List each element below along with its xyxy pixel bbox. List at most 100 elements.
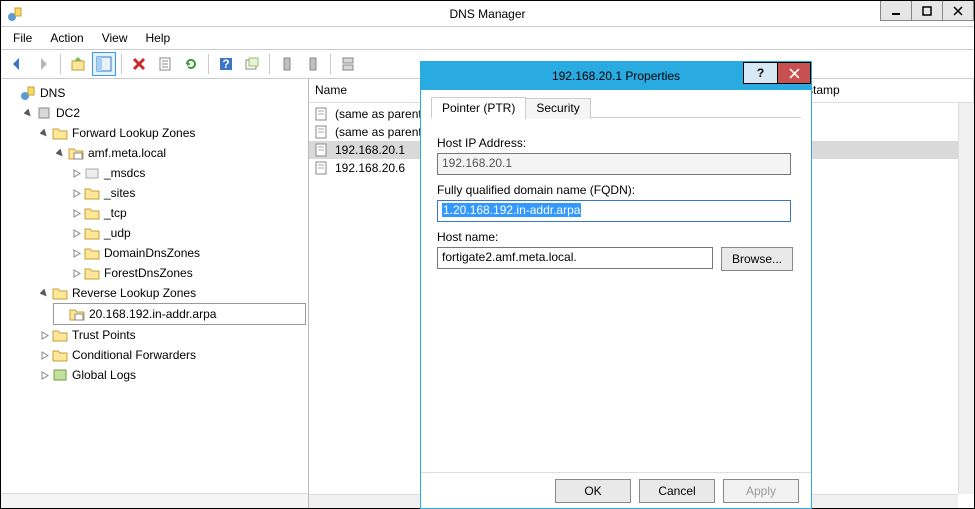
expander-closed-icon[interactable] (39, 371, 50, 380)
expander-closed-icon[interactable] (71, 169, 82, 178)
tree-label: ForestDnsZones (104, 264, 193, 282)
label-host-ip: Host IP Address: (437, 136, 795, 150)
tree-label: DC2 (56, 104, 80, 122)
ok-button[interactable]: OK (555, 479, 631, 503)
help-button[interactable]: ? (214, 52, 238, 76)
tree-label: Forward Lookup Zones (72, 124, 195, 142)
maximize-button[interactable] (911, 1, 943, 21)
tree-server[interactable]: DC2 (21, 103, 306, 123)
column-stamp[interactable]: stamp (801, 79, 974, 102)
expander-closed-icon[interactable] (71, 249, 82, 258)
svg-text:?: ? (222, 57, 229, 71)
tree-label: _msdcs (104, 164, 145, 182)
expander-closed-icon[interactable] (71, 189, 82, 198)
tree-rzone[interactable]: 20.168.192.in-addr.arpa (53, 303, 306, 325)
close-button[interactable] (942, 1, 974, 21)
forward-button[interactable] (31, 52, 55, 76)
filter2-icon[interactable] (301, 52, 325, 76)
dialog-close-button[interactable] (777, 62, 811, 84)
host-ip-field: 192.168.20.1 (437, 153, 791, 175)
logs-icon (52, 367, 68, 383)
vertical-scrollbar[interactable] (958, 103, 974, 494)
up-button[interactable] (66, 52, 90, 76)
expander-open-icon[interactable] (39, 289, 50, 298)
folder-icon (84, 245, 100, 261)
label-hostname: Host name: (437, 230, 795, 244)
expander-closed-icon[interactable] (39, 351, 50, 360)
dns-icon (20, 85, 36, 101)
tab-pointer[interactable]: Pointer (PTR) (431, 97, 526, 118)
dialog-help-button[interactable]: ? (743, 62, 777, 84)
tree-label: 20.168.192.in-addr.arpa (89, 305, 216, 323)
expander-open-icon[interactable] (55, 149, 66, 158)
folder-icon (52, 347, 68, 363)
back-button[interactable] (5, 52, 29, 76)
label-fqdn: Fully qualified domain name (FQDN): (437, 183, 795, 197)
minimize-button[interactable] (880, 1, 912, 21)
tree-sites[interactable]: _sites (69, 183, 306, 203)
menu-view[interactable]: View (94, 29, 136, 47)
tree-label: DomainDnsZones (104, 244, 200, 262)
fqdn-field[interactable]: 1.20.168.192.in-addr.arpa (437, 200, 791, 222)
browse-button[interactable]: Browse... (721, 247, 793, 271)
fqdn-value: 1.20.168.192.in-addr.arpa (442, 203, 581, 217)
record-icon (313, 160, 329, 176)
folder-icon (84, 265, 100, 281)
tree-flz[interactable]: Forward Lookup Zones (37, 123, 306, 143)
folder-icon (84, 205, 100, 221)
menu-file[interactable]: File (5, 29, 40, 47)
folder-icon (84, 185, 100, 201)
properties-button[interactable] (153, 52, 177, 76)
cancel-button[interactable]: Cancel (639, 479, 715, 503)
menu-action[interactable]: Action (42, 29, 91, 47)
tree-msdcs[interactable]: _msdcs (69, 163, 306, 183)
folder-icon (52, 327, 68, 343)
window-title: DNS Manager (1, 7, 974, 21)
expander-closed-icon[interactable] (71, 209, 82, 218)
tree-label: _udp (104, 224, 131, 242)
server-icon (36, 105, 52, 121)
expander-open-icon[interactable] (23, 109, 34, 118)
properties-dialog: 192.168.20.1 Properties ? Pointer (PTR) … (420, 61, 812, 509)
folder-icon (52, 125, 68, 141)
list-cell: 192.168.20.1 (335, 143, 405, 157)
tree-global-logs[interactable]: Global Logs (37, 365, 306, 385)
tree-tcp[interactable]: _tcp (69, 203, 306, 223)
tree-pane: DNS DC2 (1, 79, 309, 508)
expander-closed-icon[interactable] (71, 229, 82, 238)
expander-open-icon[interactable] (39, 129, 50, 138)
apply-button[interactable]: Apply (723, 479, 799, 503)
tree-label: Trust Points (72, 326, 136, 344)
refresh-button[interactable] (179, 52, 203, 76)
tree-zone[interactable]: amf.meta.local (53, 143, 306, 163)
tab-security[interactable]: Security (525, 98, 590, 119)
tree-label: Reverse Lookup Zones (72, 284, 196, 302)
tree-cond-fwd[interactable]: Conditional Forwarders (37, 345, 306, 365)
expander-closed-icon[interactable] (39, 331, 50, 340)
zone-icon (68, 145, 84, 161)
show-hide-tree-button[interactable] (92, 52, 116, 76)
folder-icon (84, 225, 100, 241)
tree-label: DNS (40, 84, 65, 102)
tree-root-dns[interactable]: DNS (5, 83, 306, 103)
menu-help[interactable]: Help (138, 29, 179, 47)
tree-ddz[interactable]: DomainDnsZones (69, 243, 306, 263)
folder-icon (52, 285, 68, 301)
tree-rlz[interactable]: Reverse Lookup Zones (37, 283, 306, 303)
record-icon (313, 106, 329, 122)
hostname-field[interactable]: fortigate2.amf.meta.local. (437, 247, 713, 269)
tree-fdz[interactable]: ForestDnsZones (69, 263, 306, 283)
list-cell: 192.168.20.6 (335, 161, 405, 175)
new-window-button[interactable] (240, 52, 264, 76)
delete-button[interactable] (127, 52, 151, 76)
tree-label: Global Logs (72, 366, 136, 384)
tree-udp[interactable]: _udp (69, 223, 306, 243)
server-icon[interactable] (336, 52, 360, 76)
tree-trust-points[interactable]: Trust Points (37, 325, 306, 345)
tree-label: _tcp (104, 204, 127, 222)
expander-closed-icon[interactable] (71, 269, 82, 278)
filter-icon[interactable] (275, 52, 299, 76)
tree-label: _sites (104, 184, 135, 202)
list-cell: (same as parent f (335, 125, 428, 139)
tree-label: amf.meta.local (88, 144, 166, 162)
